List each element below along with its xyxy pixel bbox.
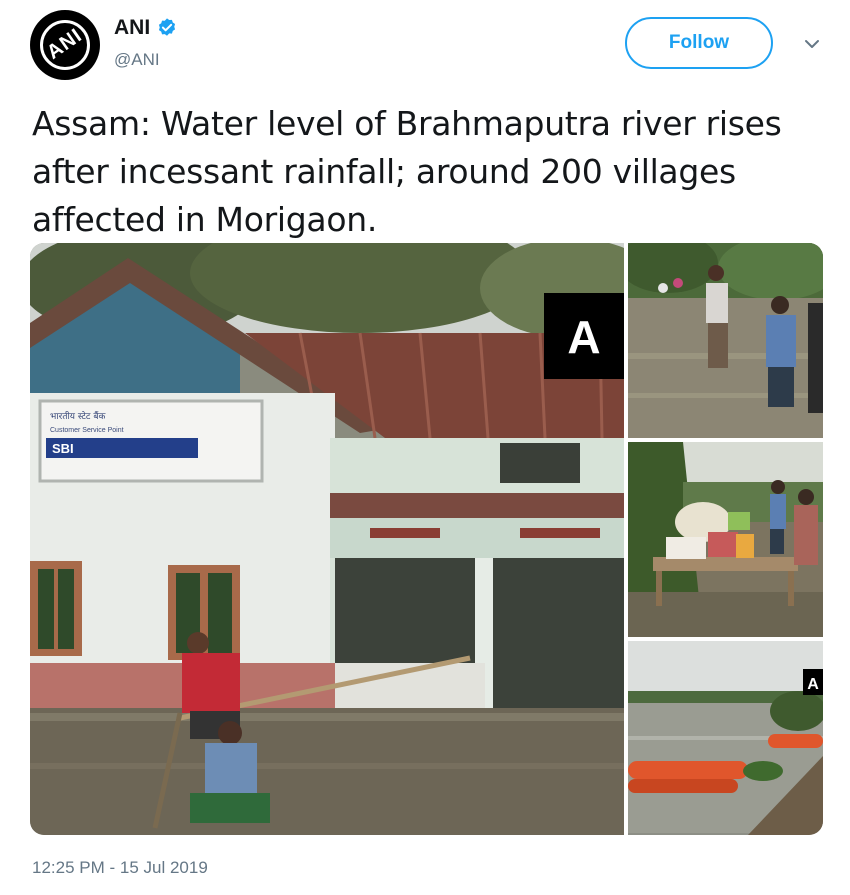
media-grid: SBI भारतीय स्टेट बैंक Customer Service P…: [30, 243, 823, 835]
rescue-boats-image: A: [628, 641, 823, 835]
sign-brand: SBI: [52, 441, 74, 456]
tweet-text: Assam: Water level of Brahmaputra river …: [32, 104, 782, 239]
people-wading-image: [628, 243, 823, 438]
sign-line1: भारतीय स्टेट बैंक: [50, 410, 106, 422]
tweet-header: ANI ANI @ANI Follow: [30, 10, 830, 90]
display-name[interactable]: ANI: [114, 16, 150, 40]
flooded-building-image: SBI भारतीय स्टेट बैंक Customer Service P…: [30, 243, 624, 835]
follow-button[interactable]: Follow: [625, 17, 773, 69]
sign-line2: Customer Service Point: [50, 427, 124, 434]
avatar[interactable]: ANI: [30, 10, 100, 80]
belongings-cot-image: [628, 442, 823, 637]
watermark-main: A: [567, 311, 600, 363]
chevron-down-icon[interactable]: [802, 36, 822, 52]
media-photo-rescue-boats[interactable]: A: [628, 641, 823, 835]
name-row: ANI: [114, 16, 178, 40]
media-photo-flooded-building[interactable]: SBI भारतीय स्टेट बैंक Customer Service P…: [30, 243, 624, 835]
tweet-timestamp[interactable]: 12:25 PM - 15 Jul 2019: [32, 858, 208, 878]
media-photo-belongings-cot[interactable]: [628, 442, 823, 637]
watermark-small: A: [807, 676, 819, 693]
user-handle[interactable]: @ANI: [114, 50, 160, 70]
media-photo-people-wading[interactable]: [628, 243, 823, 438]
verified-badge-icon: [159, 18, 176, 36]
